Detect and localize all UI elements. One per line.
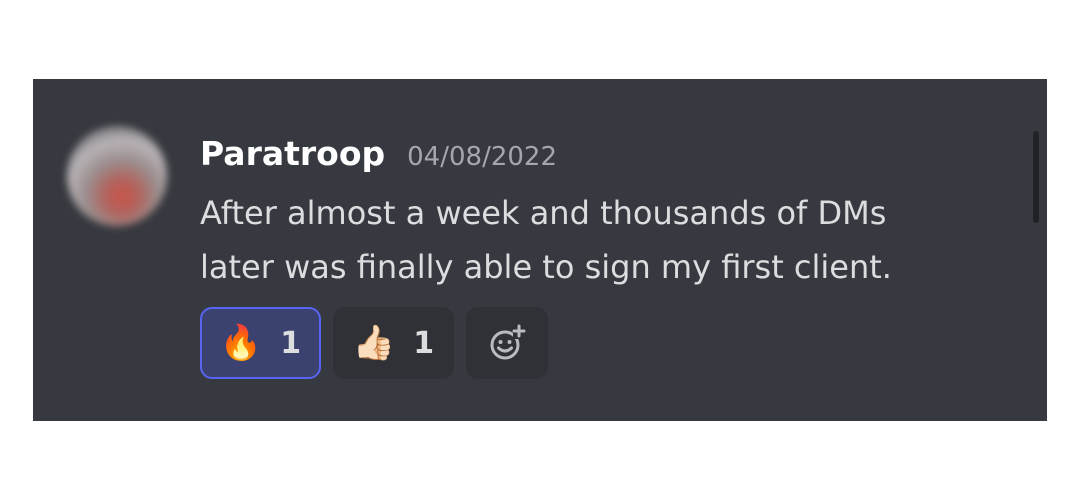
add-reaction-button[interactable] <box>466 307 548 379</box>
avatar[interactable] <box>67 126 167 226</box>
reaction-fire[interactable]: 🔥 1 <box>200 307 321 379</box>
reaction-count: 1 <box>280 325 302 361</box>
reaction-thumbs-up[interactable]: 👍🏻 1 <box>333 307 454 379</box>
scrollbar[interactable] <box>1033 131 1039 223</box>
add-reaction-smiley-icon <box>490 324 526 360</box>
thumbs-up-emoji-icon: 👍🏻 <box>352 323 396 363</box>
message-card: Paratroop 04/08/2022 After almost a week… <box>33 79 1047 421</box>
message-text: After almost a week and thousands of DMs… <box>200 194 892 286</box>
reaction-count: 1 <box>413 325 435 361</box>
timestamp: 04/08/2022 <box>407 142 557 172</box>
message-header: Paratroop 04/08/2022 <box>200 134 557 173</box>
reactions-bar: 🔥 1 👍🏻 1 <box>200 307 560 379</box>
username[interactable]: Paratroop <box>200 134 385 173</box>
fire-emoji-icon: 🔥 <box>219 323 263 363</box>
